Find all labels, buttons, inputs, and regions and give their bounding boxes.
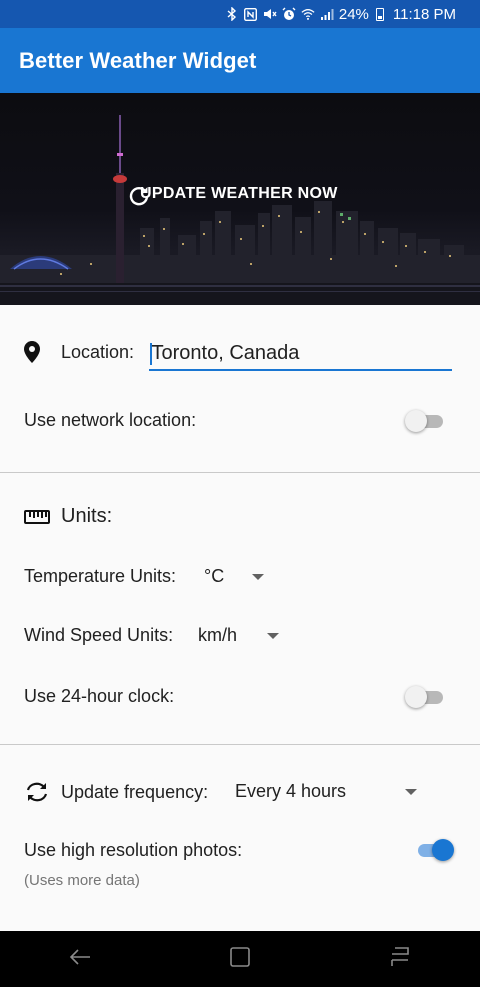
location-row: Location: xyxy=(24,341,134,363)
bluetooth-icon xyxy=(225,7,239,21)
home-button[interactable] xyxy=(210,931,270,987)
status-bar: 24% 11:18 PM xyxy=(0,0,480,28)
update-weather-button[interactable]: UPDATE WEATHER NOW xyxy=(128,185,338,206)
location-value: Toronto, Canada xyxy=(151,342,300,364)
network-location-toggle[interactable] xyxy=(405,410,445,432)
update-weather-label: UPDATE WEATHER NOW xyxy=(140,185,338,202)
units-heading: Units: xyxy=(61,505,113,527)
wind-speed-units-select[interactable]: km/h xyxy=(198,625,280,646)
back-arrow-icon xyxy=(69,948,91,971)
location-label: Location: xyxy=(61,341,135,362)
high-resolution-photos-label: Use high resolution photos: xyxy=(24,840,243,860)
update-frequency-label: Update frequency: xyxy=(61,781,209,802)
toggle-thumb xyxy=(405,686,427,708)
app-title: Better Weather Widget xyxy=(19,47,257,73)
clock-time: 11:18 PM xyxy=(392,5,456,23)
temperature-units-label: Temperature Units: xyxy=(24,566,177,586)
dropdown-arrow-icon xyxy=(252,573,265,580)
update-frequency-value: Every 4 hours xyxy=(235,781,347,801)
sync-icon xyxy=(24,781,50,803)
battery-icon xyxy=(375,7,384,21)
recent-apps-icon xyxy=(390,946,410,972)
home-square-icon xyxy=(230,946,250,972)
wind-speed-units-row: Wind Speed Units: xyxy=(24,625,173,646)
section-divider xyxy=(0,472,480,473)
signal-icon xyxy=(320,7,334,21)
location-input[interactable]: Toronto, Canada xyxy=(149,338,452,371)
network-location-label: Use network location: xyxy=(24,410,197,430)
high-resolution-photos-row: Use high resolution photos: xyxy=(24,840,242,861)
clock-format-toggle[interactable] xyxy=(405,686,445,708)
app-bar: Better Weather Widget xyxy=(0,28,480,93)
back-button[interactable] xyxy=(50,931,110,987)
system-navigation-bar xyxy=(0,931,480,987)
mute-icon xyxy=(263,7,277,21)
toggle-thumb xyxy=(432,839,454,861)
location-pin-icon xyxy=(24,341,46,363)
temperature-units-select[interactable]: °C xyxy=(204,566,265,587)
dropdown-arrow-icon xyxy=(267,632,280,639)
wind-speed-units-value: km/h xyxy=(198,625,238,645)
clock-format-row: Use 24-hour clock: xyxy=(24,686,174,707)
toggle-thumb xyxy=(405,410,427,432)
high-resolution-photos-toggle[interactable] xyxy=(414,839,454,861)
temperature-units-value: °C xyxy=(204,566,225,586)
nfc-icon xyxy=(244,7,258,21)
dropdown-arrow-icon xyxy=(405,788,418,795)
update-frequency-row: Update frequency: xyxy=(24,781,208,803)
network-location-row: Use network location: xyxy=(24,410,196,431)
clock-format-label: Use 24-hour clock: xyxy=(24,686,175,706)
battery-percent: 24% xyxy=(338,5,369,23)
alarm-icon xyxy=(282,7,296,21)
units-heading-row: Units: xyxy=(24,505,112,528)
recent-apps-button[interactable] xyxy=(370,931,430,987)
section-divider xyxy=(0,744,480,745)
temperature-units-row: Temperature Units: xyxy=(24,566,176,587)
wind-speed-units-label: Wind Speed Units: xyxy=(24,625,174,645)
high-resolution-photos-note: (Uses more data) xyxy=(24,872,140,889)
update-frequency-select[interactable]: Every 4 hours xyxy=(235,781,418,802)
ruler-icon xyxy=(24,509,50,524)
hero-skyline-image: UPDATE WEATHER NOW xyxy=(0,93,480,305)
wifi-icon xyxy=(301,7,315,21)
